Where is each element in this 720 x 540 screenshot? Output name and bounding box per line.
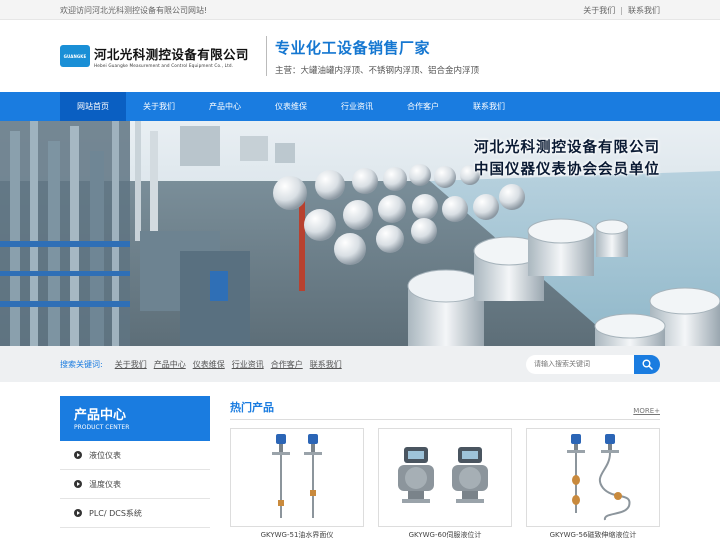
banner-caption: 河北光科测控设备有限公司 中国仪器仪表协会会员单位 [474, 137, 660, 181]
top-bar: 欢迎访问河北光科测控设备有限公司网站! 关于我们 | 联系我们 [0, 0, 720, 20]
nav-item-products[interactable]: 产品中心 [192, 92, 258, 121]
sidebar-item-temperature-instruments[interactable]: 温度仪表 [60, 470, 210, 499]
slogan-block: 专业化工设备销售厂家 主营：大罐油罐内浮顶、不锈钢内浮顶、铝合金内浮顶 [275, 37, 479, 76]
arrow-right-icon [74, 509, 82, 517]
product-sidebar: 产品中心 PRODUCT CENTER 液位仪表 温度仪表 PLC/ DCS系统 [60, 396, 210, 540]
company-logo[interactable]: GUANGKE 河北光科测控设备有限公司 Hebei Guangke Measu… [60, 44, 266, 68]
product-image [230, 428, 364, 527]
sidebar-item-plc-dcs[interactable]: PLC/ DCS系统 [60, 499, 210, 528]
sidebar-item-label: PLC/ DCS系统 [89, 508, 142, 518]
servo-gauge-icon [398, 446, 488, 503]
product-card[interactable]: GKYWG-56磁致伸缩液位计 [526, 428, 660, 540]
more-link[interactable]: MORE+ [633, 407, 660, 415]
content-area: 产品中心 PRODUCT CENTER 液位仪表 温度仪表 PLC/ DCS系统… [0, 382, 720, 540]
banner-line-1: 河北光科测控设备有限公司 [474, 140, 660, 156]
header: GUANGKE 河北光科测控设备有限公司 Hebei Guangke Measu… [0, 20, 720, 92]
welcome-text: 欢迎访问河北光科测控设备有限公司网站! [60, 5, 208, 15]
logo-mark-icon: GUANGKE [60, 45, 90, 67]
product-list: GKYWG-51油水界面仪 GKYWG-60伺服液位计 GKYWG-56磁致伸缩… [230, 428, 660, 540]
arrow-right-icon [74, 480, 82, 488]
top-link-contact[interactable]: 联系我们 [628, 5, 660, 16]
main-nav: 网站首页 关于我们 产品中心 仪表维保 行业资讯 合作客户 联系我们 [0, 92, 720, 121]
product-name: GKYWG-56磁致伸缩液位计 [549, 531, 637, 539]
hero-banner: 河北光科测控设备有限公司 中国仪器仪表协会会员单位 [0, 121, 720, 346]
product-name: GKYWG-51油水界面仪 [260, 531, 334, 539]
hot-products-section: 热门产品 MORE+ GKYWG-51油水界面仪 GKYWG-60伺服液位计 G… [230, 396, 660, 540]
keyword-maintenance[interactable]: 仪表维保 [193, 359, 225, 370]
company-name-cn: 河北光科测控设备有限公司 [94, 47, 249, 62]
nav-item-clients[interactable]: 合作客户 [390, 92, 456, 121]
sidebar-item-label: 液位仪表 [89, 450, 121, 460]
sidebar-item-level-instruments[interactable]: 液位仪表 [60, 441, 210, 470]
search-keywords-label: 搜索关键词: [60, 359, 103, 369]
product-image [526, 428, 660, 527]
nav-item-home[interactable]: 网站首页 [60, 92, 126, 121]
hot-products-header: 热门产品 MORE+ [230, 396, 660, 420]
top-link-about[interactable]: 关于我们 [583, 5, 615, 16]
keyword-news[interactable]: 行业资讯 [232, 359, 264, 370]
nav-item-news[interactable]: 行业资讯 [324, 92, 390, 121]
product-name: GKYWG-60伺服液位计 [408, 531, 482, 539]
company-name-en: Hebei Guangke Measurement and Control Eq… [94, 63, 234, 68]
sidebar-subtitle: PRODUCT CENTER [74, 424, 130, 431]
search-button[interactable] [634, 354, 660, 374]
search-icon [642, 359, 653, 370]
logo-mark-text: GUANGKE [63, 53, 87, 59]
search-input[interactable] [526, 354, 634, 374]
nav-item-maintenance[interactable]: 仪表维保 [258, 92, 324, 121]
sidebar-title: 产品中心 [74, 408, 127, 423]
header-divider [266, 36, 267, 76]
arrow-right-icon [74, 451, 82, 459]
nav-item-contact[interactable]: 联系我们 [456, 92, 522, 121]
slogan-subtitle: 主营：大罐油罐内浮顶、不锈钢内浮顶、铝合金内浮顶 [275, 65, 480, 76]
sidebar-header: 产品中心 PRODUCT CENTER [60, 396, 210, 441]
banner-line-2: 中国仪器仪表协会会员单位 [474, 162, 660, 178]
product-card[interactable]: GKYWG-60伺服液位计 [378, 428, 512, 540]
slogan-title: 专业化工设备销售厂家 [275, 38, 431, 57]
top-link-separator: | [620, 5, 623, 15]
keyword-contact[interactable]: 联系我们 [310, 359, 342, 370]
product-card[interactable]: GKYWG-51油水界面仪 [230, 428, 364, 540]
keyword-clients[interactable]: 合作客户 [271, 359, 303, 370]
nav-item-about[interactable]: 关于我们 [126, 92, 192, 121]
keyword-about[interactable]: 关于我们 [115, 359, 147, 370]
keyword-products[interactable]: 产品中心 [154, 359, 186, 370]
search-bar-row: 搜索关键词: 关于我们 产品中心 仪表维保 行业资讯 合作客户 联系我们 [0, 346, 720, 382]
sidebar-item-label: 温度仪表 [89, 479, 121, 489]
product-image [378, 428, 512, 527]
magnetostrictive-gauge-icon [567, 434, 631, 521]
search-box [526, 354, 660, 374]
level-probe-icon [272, 434, 322, 518]
top-links: 关于我们 | 联系我们 [583, 5, 660, 16]
hot-products-title: 热门产品 [230, 401, 274, 414]
